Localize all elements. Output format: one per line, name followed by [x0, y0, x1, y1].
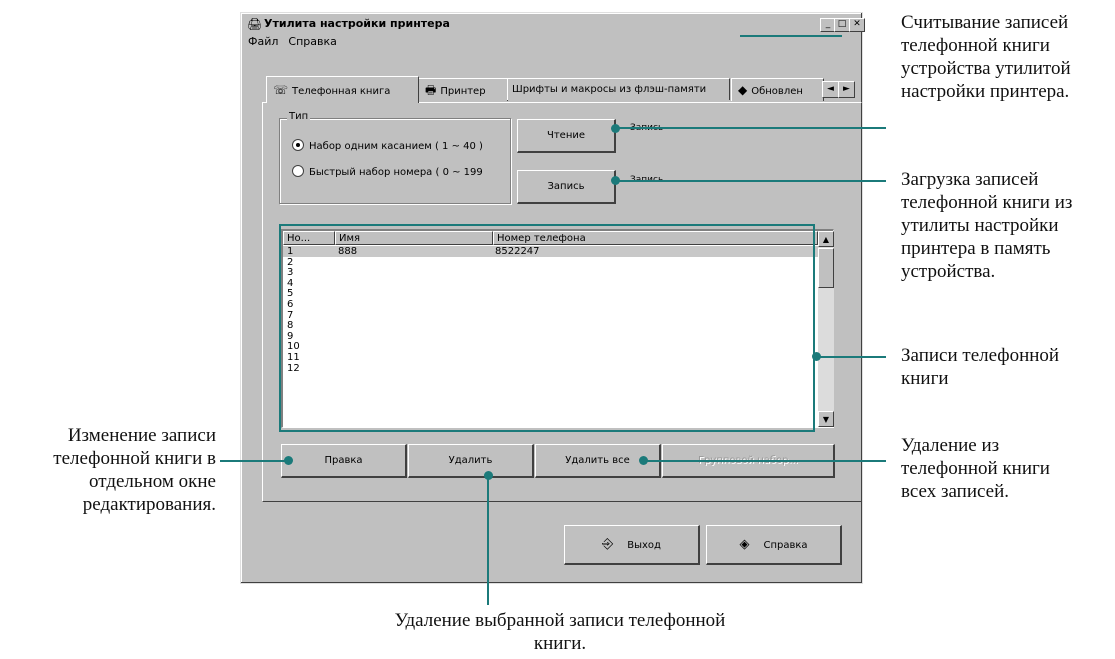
printer-icon: 🖶 [425, 83, 437, 97]
callout-line-delete-all [643, 460, 886, 462]
help-button[interactable]: ◈ Справка [706, 525, 842, 565]
window-title: Утилита настройки принтера [264, 17, 450, 30]
scroll-up-button[interactable]: ▲ [818, 231, 834, 247]
scroll-thumb[interactable] [818, 248, 834, 288]
tab-update[interactable]: ◆ Обновлен [731, 78, 824, 101]
menu-file[interactable]: Файл [248, 35, 278, 48]
phonebook-icon: ☏ [273, 83, 289, 97]
close-button[interactable]: ✕ [849, 18, 865, 32]
edit-button[interactable]: Правка [281, 444, 407, 478]
exit-icon: ⎆ [602, 536, 614, 552]
menu-bar: Файл Справка [244, 35, 343, 53]
list-highlight-box [279, 224, 815, 432]
annotation-delete-all: Удаление из телефонной книги всех записе… [901, 435, 1050, 502]
app-icon: 🖨 [247, 17, 263, 31]
exit-button[interactable]: ⎆ Выход [564, 525, 700, 565]
list-scrollbar[interactable]: ▲ ▼ [818, 231, 834, 427]
tab-scroll-left-button[interactable]: ◄ [822, 81, 839, 98]
annotation-edit: Изменение записи телефонной книги в отде… [53, 425, 216, 515]
tab-scroll-right-button[interactable]: ► [838, 81, 855, 98]
delete-button[interactable]: Удалить [408, 444, 534, 478]
write-button[interactable]: Запись [517, 170, 616, 204]
radio-indicator [292, 165, 304, 177]
annotation-delete: Удаление выбранной записи телефонной кни… [394, 610, 726, 654]
read-button[interactable]: Чтение [517, 119, 616, 153]
tab-phonebook[interactable]: ☏ Телефонная книга [266, 76, 419, 103]
callout-line-edit [220, 460, 288, 462]
tab-printer[interactable]: 🖶 Принтер [418, 78, 508, 101]
help-book-icon: ◈ [739, 537, 750, 552]
maximize-button[interactable]: □ [834, 18, 850, 32]
annotation-read: Считывание записей телефонной книги устр… [901, 12, 1071, 102]
callout-line-read [615, 127, 886, 129]
callout-line-records [816, 356, 886, 358]
annotation-records: Записи телефонной книги [901, 345, 1060, 389]
title-bar[interactable]: 🖨 Утилита настройки принтера _ □ ✕ [244, 16, 865, 34]
callout-line-delete [487, 475, 489, 605]
update-icon: ◆ [738, 83, 748, 97]
type-group-label: Тип [287, 111, 311, 122]
menu-help[interactable]: Справка [288, 35, 336, 48]
scroll-down-button[interactable]: ▼ [818, 411, 834, 427]
callout-line-title [740, 35, 842, 37]
callout-line-write [615, 180, 886, 182]
type-groupbox [279, 118, 511, 204]
annotation-write: Загрузка записей телефонной книги из ути… [901, 169, 1073, 282]
radio-speed-dial[interactable]: Быстрый набор номера ( 0 ~ 199 [292, 165, 483, 178]
radio-indicator [292, 139, 304, 151]
radio-one-touch[interactable]: Набор одним касанием ( 1 ~ 40 ) [292, 139, 483, 152]
tab-fonts-macros[interactable]: Шрифты и макросы из флэш-памяти [507, 78, 730, 100]
